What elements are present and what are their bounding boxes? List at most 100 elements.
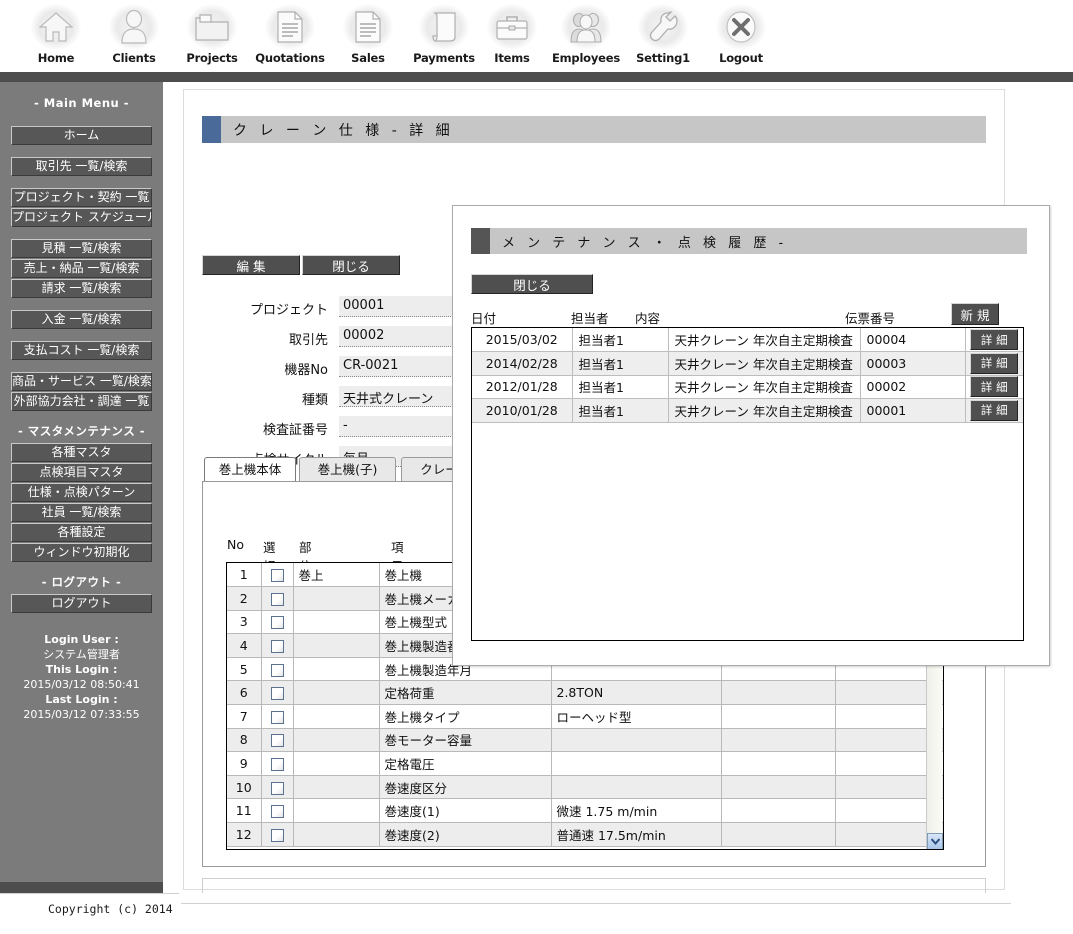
cell-no: 5 (227, 657, 262, 682)
cell-select[interactable] (261, 610, 294, 635)
sidebar-item-0[interactable]: ホーム (11, 126, 152, 145)
cell-select[interactable] (261, 586, 294, 611)
cell-part (293, 775, 380, 800)
cell-no: 6 (227, 680, 262, 706)
row-checkbox[interactable] (270, 758, 284, 772)
table-row[interactable]: 8 巻モーター容量 (227, 728, 943, 753)
cell-select[interactable] (261, 751, 294, 776)
cell-select[interactable] (261, 775, 294, 800)
row-checkbox[interactable] (270, 687, 284, 701)
sidebar-item-17[interactable]: ログアウト (11, 594, 152, 613)
cell-no: 12 (227, 822, 262, 847)
detail-button[interactable]: 詳 細 (970, 376, 1019, 398)
page-title-bar: ク レ ー ン 仕 様 - 詳 細 (202, 116, 986, 143)
last-login-label: Last Login : (45, 693, 118, 706)
row-checkbox[interactable] (270, 828, 284, 842)
cell-value-1: 普通速 17.5m/min (551, 822, 722, 847)
table-row[interactable]: 6 定格荷重 2.8TON (227, 680, 943, 706)
table-row[interactable]: 2010/01/28 担当者1 天井クレーン 年次自主定期検査 00001 詳 細 (472, 398, 1023, 423)
row-checkbox[interactable] (270, 805, 284, 819)
cell-part (293, 798, 380, 824)
sidebar-item-4[interactable]: 見積 一覧/検索 (11, 239, 152, 258)
row-checkbox[interactable] (270, 616, 284, 630)
form-label-2: 機器No (284, 363, 328, 378)
cell-select[interactable] (261, 798, 294, 824)
cell-select[interactable] (261, 633, 294, 658)
top-navigation-bar: Home Clients Projects Quotations Sales Paymen… (0, 0, 1073, 72)
dialog-header-2: 内容 (635, 311, 661, 326)
sidebar-item-5[interactable]: 売上・納品 一覧/検索 (11, 259, 152, 278)
row-checkbox[interactable] (270, 781, 284, 795)
table-row[interactable]: 9 定格電圧 (227, 751, 943, 776)
cell-item: 巻速度区分 (379, 775, 552, 800)
receipt-icon (419, 4, 469, 50)
dialog-title-bar: メ ン テ ナ ン ス ・ 点 検 履 歴 - (471, 228, 1027, 254)
row-checkbox[interactable] (270, 569, 284, 583)
sidebar-item-10[interactable]: 外部協力会社・調達 一覧 (11, 392, 152, 411)
table-row[interactable]: 2015/03/02 担当者1 天井クレーン 年次自主定期検査 00004 詳 細 (472, 328, 1023, 352)
cell-value-1: ローヘッド型 (551, 704, 722, 729)
cell-select[interactable] (261, 563, 294, 588)
wrench-icon (638, 4, 688, 50)
nav-item-logout[interactable]: Logout (695, 4, 787, 65)
table-row[interactable]: 11 巻速度(1) 微速 1.75 m/min (227, 798, 943, 824)
sidebar-item-9[interactable]: 商品・サービス 一覧/検索 (11, 372, 152, 391)
cell-no: 3 (227, 610, 262, 635)
history-grid-table: 2015/03/02 担当者1 天井クレーン 年次自主定期検査 00004 詳 細 201… (472, 328, 1023, 423)
cell-select[interactable] (261, 728, 294, 753)
cell-value-2 (721, 798, 836, 824)
row-checkbox[interactable] (270, 663, 284, 677)
people-icon (561, 4, 611, 50)
cell-select[interactable] (261, 822, 294, 847)
detail-button[interactable]: 詳 細 (970, 329, 1019, 350)
tab-1[interactable]: 巻上機(子) (299, 457, 396, 482)
login-user-label: Login User : (44, 633, 119, 646)
edit-button[interactable]: 編 集 (202, 255, 300, 275)
cell-date: 2015/03/02 (472, 328, 573, 352)
cell-value-2 (721, 704, 836, 729)
home-icon (31, 4, 81, 50)
nav-separator-strip (0, 72, 1073, 82)
folder-icon (187, 4, 237, 50)
row-checkbox[interactable] (270, 734, 284, 748)
new-record-button[interactable]: 新 規 (951, 303, 999, 325)
sidebar-item-7[interactable]: 入金 一覧/検索 (11, 310, 152, 329)
sidebar-item-8[interactable]: 支払コスト 一覧/検索 (11, 341, 152, 360)
sidebar-item-2[interactable]: プロジェクト・契約 一覧 (11, 188, 152, 207)
cell-action: 詳 細 (965, 375, 1023, 399)
table-row[interactable]: 2012/01/28 担当者1 天井クレーン 年次自主定期検査 00002 詳 細 (472, 375, 1023, 399)
table-row[interactable]: 10 巻速度区分 (227, 775, 943, 800)
sidebar-item-3[interactable]: プロジェクト スケジュール (11, 208, 152, 227)
row-checkbox[interactable] (270, 640, 284, 654)
sidebar-item-13[interactable]: 仕様・点検パターン (11, 483, 152, 502)
cell-select[interactable] (261, 657, 294, 682)
sidebar-item-1[interactable]: 取引先 一覧/検索 (11, 157, 152, 176)
row-checkbox[interactable] (270, 710, 284, 724)
cell-action: 詳 細 (965, 351, 1023, 376)
close-button[interactable]: 閉じる (302, 255, 400, 275)
detail-button[interactable]: 詳 細 (970, 352, 1019, 374)
cell-select[interactable] (261, 680, 294, 706)
tab-0[interactable]: 巻上機本体 (204, 457, 296, 482)
cell-slip-number: 00001 (860, 398, 966, 423)
sidebar-item-12[interactable]: 点検項目マスタ (11, 463, 152, 482)
scroll-down-arrow-icon[interactable] (927, 833, 943, 849)
sidebar-item-16[interactable]: ウィンドウ初期化 (11, 543, 152, 562)
sidebar-item-15[interactable]: 各種設定 (11, 523, 152, 542)
sidebar-master-group: 各種マスタ 点検項目マスタ 仕様・点検パターン 社員 一覧/検索 各種設定 ウィンドウ初期… (0, 443, 163, 562)
row-checkbox[interactable] (270, 592, 284, 606)
table-row[interactable]: 12 巻速度(2) 普通速 17.5m/min (227, 822, 943, 847)
table-row[interactable]: 7 巻上機タイプ ローヘッド型 (227, 704, 943, 729)
cell-action: 詳 細 (965, 398, 1023, 423)
detail-button[interactable]: 詳 細 (970, 399, 1019, 421)
table-row[interactable]: 2014/02/28 担当者1 天井クレーン 年次自主定期検査 00003 詳 細 (472, 351, 1023, 376)
sidebar-item-14[interactable]: 社員 一覧/検索 (11, 503, 152, 522)
sidebar-item-11[interactable]: 各種マスタ (11, 443, 152, 462)
sidebar-heading: - Main Menu - (33, 96, 129, 110)
cell-select[interactable] (261, 704, 294, 729)
sidebar-item-6[interactable]: 請求 一覧/検索 (11, 279, 152, 298)
dialog-close-button[interactable]: 閉じる (471, 274, 593, 294)
